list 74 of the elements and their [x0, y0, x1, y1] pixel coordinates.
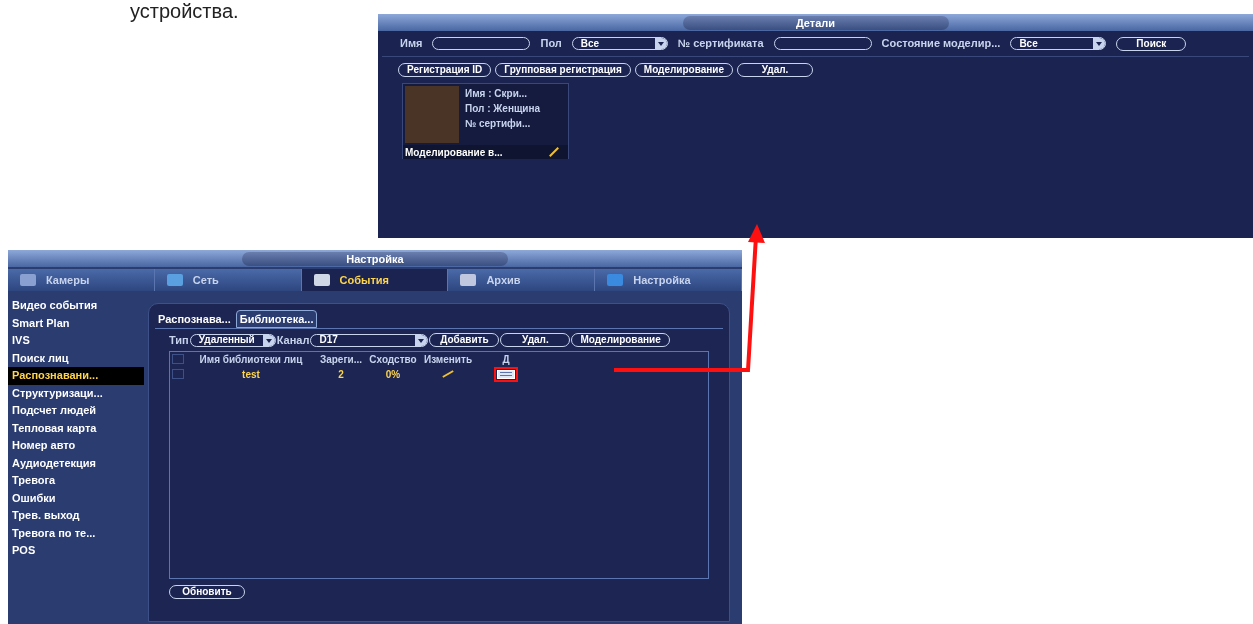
sidebar-item[interactable]: Тепловая карта	[8, 419, 148, 437]
toolbar-button[interactable]: Групповая регистрация	[495, 63, 631, 77]
toolbar-button[interactable]: Добавить	[429, 333, 500, 347]
pencil-icon[interactable]	[442, 370, 454, 378]
person-card[interactable]: Имя : Скри... Пол : Женщина № сертифи... Моделирование в...	[402, 83, 569, 159]
caret-icon	[265, 338, 272, 343]
refresh-button[interactable]: Обновить	[169, 585, 245, 599]
toolbar-button[interactable]: Регистрация ID	[398, 63, 492, 77]
toolbar-button[interactable]: Удал.	[737, 63, 814, 77]
pencil-icon[interactable]	[549, 147, 559, 157]
sidebar-item[interactable]: Ошибки	[8, 489, 148, 507]
photo-placeholder	[405, 86, 459, 143]
tab-icon	[313, 274, 330, 286]
dropdown[interactable]: Все	[571, 37, 668, 50]
toolbar-button[interactable]: Моделирование	[634, 63, 734, 77]
column-header: Имя библиотеки лиц	[198, 352, 304, 367]
toolbar-button[interactable]: Моделирование	[571, 333, 670, 347]
menu-tab[interactable]: Камеры	[8, 269, 155, 291]
sidebar-item[interactable]: IVS	[8, 332, 148, 350]
dropdown[interactable]: Удаленный	[189, 333, 276, 347]
dropdown[interactable]: Все	[1010, 37, 1107, 50]
sidebar-item[interactable]: Распознавани...	[8, 367, 144, 385]
sidebar-item[interactable]: POS	[8, 542, 148, 560]
tab-icon	[20, 274, 36, 286]
table-cell-text: test	[241, 367, 261, 382]
sidebar-item[interactable]: Структуризаци...	[8, 384, 148, 402]
card-status: Моделирование в...	[405, 145, 503, 160]
tab-icon	[460, 274, 477, 286]
checkbox[interactable]	[172, 369, 184, 379]
tab-icon	[166, 274, 183, 286]
sidebar-item[interactable]: Видео события	[8, 297, 148, 315]
text-field[interactable]	[432, 37, 531, 50]
field-label: Состояние моделир...	[881, 36, 1001, 52]
toolbar-button[interactable]: Удал.	[500, 333, 571, 347]
document-text: устройства.	[130, 0, 239, 22]
sidebar-item[interactable]: Аудиодетекция	[8, 454, 148, 472]
field-label: Имя	[400, 36, 423, 52]
caret-icon	[1096, 42, 1103, 46]
subtab[interactable]: Библиотека...	[235, 310, 318, 328]
table-cell-text: 2	[337, 367, 345, 382]
tab-icon	[607, 274, 624, 286]
list-icon	[497, 369, 515, 379]
search-button[interactable]: Поиск	[1116, 36, 1187, 51]
caret-icon	[418, 338, 425, 343]
checkbox[interactable]	[172, 354, 184, 364]
field-label: Пол	[540, 36, 562, 52]
sidebar-item[interactable]: Поиск лиц	[8, 349, 148, 367]
window-title: Детали	[682, 15, 949, 30]
sidebar-item[interactable]: Smart Plan	[8, 314, 148, 332]
sidebar-item[interactable]: Трев. выход	[8, 507, 148, 525]
field-label: Тип	[169, 332, 189, 348]
window-title: Настройка	[242, 251, 508, 266]
sidebar-item[interactable]: Тревога по те...	[8, 524, 148, 542]
sidebar-item[interactable]: Тревога	[8, 472, 148, 490]
field-label: № сертификата	[677, 36, 764, 52]
menu-tab[interactable]: Сеть	[154, 269, 302, 291]
caret-icon	[657, 42, 664, 46]
menu-tab[interactable]: Настройка	[595, 269, 742, 291]
details-button[interactable]	[494, 366, 518, 382]
menu-tab[interactable]: События	[301, 269, 449, 291]
column-header: Зареги...	[318, 352, 364, 367]
menu-tab[interactable]: Архив	[448, 269, 596, 291]
sidebar-item[interactable]: Номер авто	[8, 437, 148, 455]
card-text: Пол : Женщина	[465, 102, 541, 116]
field-label: Канал	[276, 332, 310, 348]
card-text: № сертифи...	[465, 117, 532, 131]
card-text: Имя : Скри...	[465, 87, 529, 101]
sidebar-item[interactable]: Подсчет людей	[8, 402, 148, 420]
table-cell-text: 0%	[384, 367, 402, 382]
column-header: Д	[501, 352, 511, 367]
dropdown[interactable]: D17	[310, 333, 429, 347]
text-field[interactable]	[773, 37, 872, 50]
column-header: Сходство	[368, 352, 418, 367]
column-header: Изменить	[422, 352, 474, 367]
